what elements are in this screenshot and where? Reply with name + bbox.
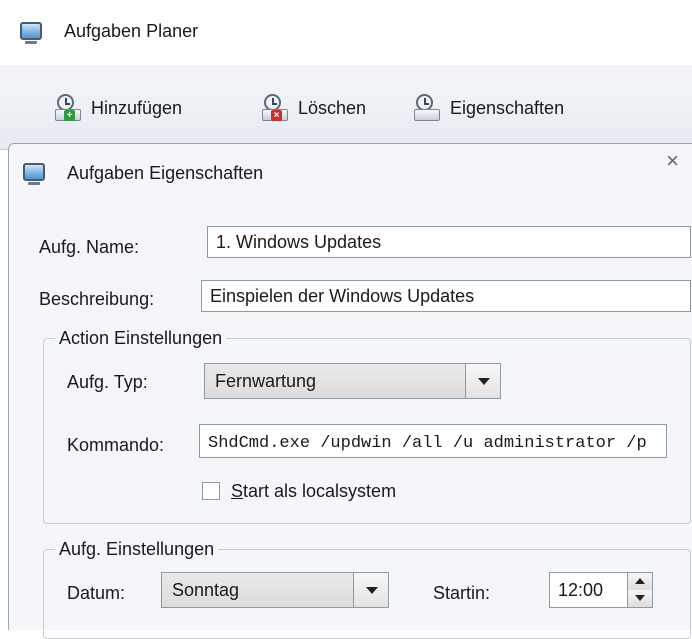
- start-time-spinner[interactable]: 12:00: [549, 572, 653, 608]
- name-label: Aufg. Name:: [39, 237, 140, 257]
- action-settings-legend: Action Einstellungen: [55, 328, 227, 349]
- localsystem-label[interactable]: Start als localsystem: [231, 481, 396, 502]
- localsystem-label-text: tart als localsystem: [243, 481, 397, 501]
- spin-up-icon[interactable]: [628, 573, 652, 591]
- date-label: Datum:: [67, 583, 126, 603]
- command-label: Kommando:: [67, 435, 165, 455]
- date-dropdown[interactable]: Sonntag: [161, 572, 389, 608]
- dialog-title: Aufgaben Eigenschaften: [67, 163, 264, 183]
- chevron-down-icon[interactable]: [353, 573, 388, 607]
- add-button[interactable]: + Hinzufügen: [55, 93, 182, 123]
- window-icon: [20, 22, 42, 44]
- name-field[interactable]: 1. Windows Updates: [207, 226, 691, 258]
- localsystem-accesskey: S: [231, 481, 244, 501]
- spinner-buttons: [627, 573, 652, 607]
- date-value: Sonntag: [172, 580, 240, 600]
- task-settings-legend: Aufg. Einstellungen: [55, 539, 219, 560]
- add-button-label: Hinzufügen: [91, 97, 183, 118]
- description-field[interactable]: Einspielen der Windows Updates: [201, 280, 691, 312]
- properties-button-label: Eigenschaften: [450, 97, 565, 118]
- task-properties-dialog: Aufgaben Eigenschaften × Aufg. Name: 1. …: [8, 143, 692, 639]
- start-time-value: 12:00: [558, 580, 604, 600]
- chevron-down-icon[interactable]: [465, 364, 500, 398]
- main-window-title: Aufgaben Planer: [64, 21, 199, 41]
- delete-button[interactable]: × Löschen: [262, 93, 366, 123]
- command-value: ShdCmd.exe /updwin /all /u administrator…: [208, 434, 647, 453]
- properties-button[interactable]: Eigenschaften: [414, 93, 564, 123]
- add-task-icon: +: [55, 94, 83, 122]
- delete-task-icon: ×: [262, 94, 290, 122]
- toolbar: + Hinzufügen × Löschen Eigenschaften: [0, 65, 692, 150]
- dialog-window-icon: [23, 163, 45, 185]
- task-type-value: Fernwartung: [215, 371, 317, 391]
- start-label: Startin:: [433, 583, 491, 603]
- task-properties-icon: [414, 94, 442, 122]
- localsystem-checkbox[interactable]: [202, 482, 220, 500]
- close-icon[interactable]: ×: [666, 148, 679, 174]
- description-label: Beschreibung:: [39, 289, 155, 309]
- task-type-dropdown[interactable]: Fernwartung: [204, 363, 501, 399]
- delete-button-label: Löschen: [298, 97, 367, 118]
- command-field[interactable]: ShdCmd.exe /updwin /all /u administrator…: [199, 424, 667, 458]
- task-type-label: Aufg. Typ:: [67, 372, 148, 392]
- spin-down-icon[interactable]: [628, 590, 652, 607]
